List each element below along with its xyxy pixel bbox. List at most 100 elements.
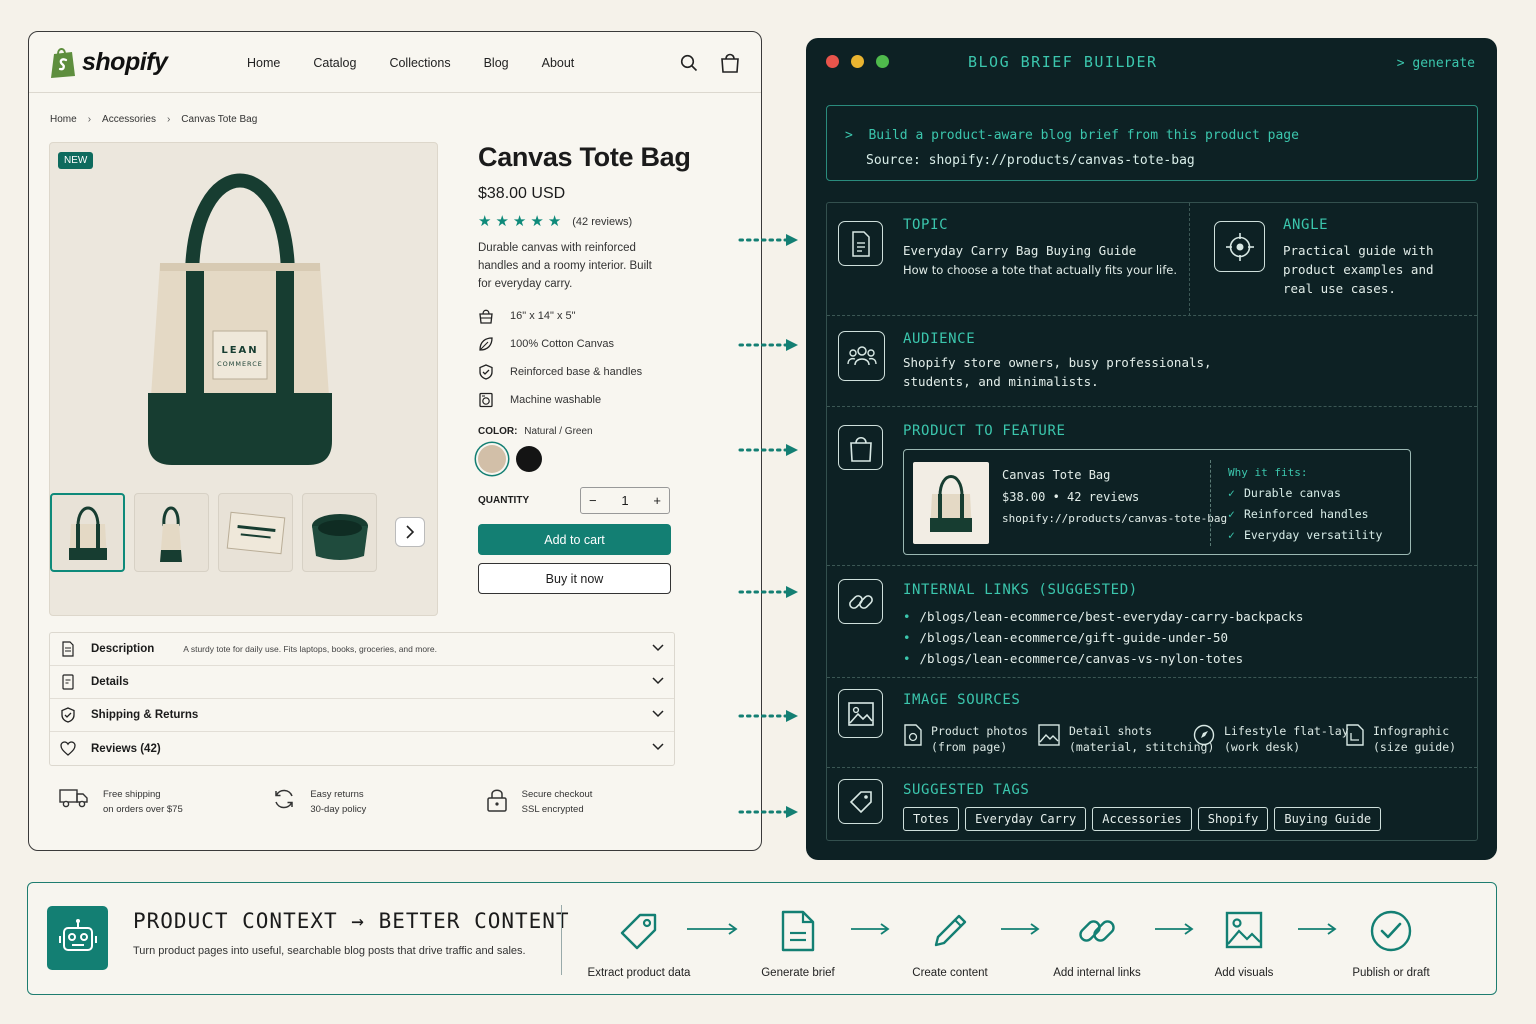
document-icon xyxy=(781,910,815,952)
breadcrumb-accessories[interactable]: Accessories xyxy=(102,114,156,125)
tag-chip[interactable]: Accessories xyxy=(1092,807,1192,831)
trust-title: Secure checkout xyxy=(521,789,593,800)
tag-chip[interactable]: Shopify xyxy=(1197,807,1269,831)
swatch-black[interactable] xyxy=(516,446,542,472)
minimize-window-button[interactable] xyxy=(851,55,864,68)
camera-doc-icon xyxy=(904,724,922,746)
breadcrumb-home[interactable]: Home xyxy=(50,114,77,125)
step-extract: Extract product data xyxy=(569,909,709,979)
document-icon xyxy=(838,221,883,266)
feature-text: 100% Cotton Canvas xyxy=(510,338,614,350)
angle-heading: ANGLE xyxy=(1283,217,1329,233)
dotted-arrow-icon xyxy=(738,586,798,598)
thumbnail-side[interactable] xyxy=(134,493,209,572)
audience-heading: AUDIENCE xyxy=(903,331,976,347)
breadcrumb: Home › Accessories › Canvas Tote Bag xyxy=(50,114,257,125)
swatch-natural[interactable] xyxy=(478,445,506,473)
image-source-item: Lifestyle flat-lay (work desk) xyxy=(1192,723,1349,755)
detail-image-icon xyxy=(1038,724,1060,746)
next-image-button[interactable] xyxy=(395,517,425,547)
internal-link[interactable]: •/blogs/lean-ecommerce/best-everyday-car… xyxy=(903,606,1303,627)
image-source-item: Detail shots (material, stitching) xyxy=(1037,723,1214,755)
nav-about[interactable]: About xyxy=(542,56,575,70)
tag-chip[interactable]: Everyday Carry xyxy=(965,807,1087,831)
section-topic-angle: TOPIC Everyday Carry Bag Buying Guide Ho… xyxy=(827,203,1477,316)
internal-link[interactable]: •/blogs/lean-ecommerce/gift-guide-under-… xyxy=(903,627,1303,648)
product-info: Canvas Tote Bag $38.00 USD ★ ★ ★ ★ ★ (42… xyxy=(478,142,738,594)
search-icon[interactable] xyxy=(680,54,698,72)
links-heading: INTERNAL LINKS (SUGGESTED) xyxy=(903,582,1138,598)
image-icon xyxy=(1225,911,1263,949)
accordion-details[interactable]: Details xyxy=(50,666,674,699)
accordion-reviews[interactable]: Reviews (42) xyxy=(50,732,674,765)
thumbnail-label[interactable] xyxy=(218,493,293,572)
bag-label-line2: COMMERCE xyxy=(217,360,263,368)
step-visuals: Add visuals xyxy=(1174,909,1314,979)
chevron-right-icon xyxy=(406,525,415,539)
qty-decrease-button[interactable]: − xyxy=(589,493,597,508)
bag-label-line1: LEAN xyxy=(221,345,258,356)
product-title: Canvas Tote Bag xyxy=(478,142,691,172)
details-icon xyxy=(62,674,74,690)
color-swatches xyxy=(478,445,738,473)
nav-catalog[interactable]: Catalog xyxy=(313,56,356,70)
maximize-window-button[interactable] xyxy=(876,55,889,68)
chevron-down-icon xyxy=(652,743,664,751)
product-main-image[interactable]: LEAN COMMERCE xyxy=(120,153,360,473)
step-create: Create content xyxy=(880,909,1020,979)
dotted-arrow-icon xyxy=(738,444,798,456)
chevron-down-icon xyxy=(652,644,664,652)
prompt-symbol: > xyxy=(845,128,853,143)
command-box[interactable]: > Build a product-aware blog brief from … xyxy=(826,105,1478,181)
banner-divider xyxy=(561,905,562,975)
tag-chip[interactable]: Totes xyxy=(903,807,960,831)
breadcrumb-current: Canvas Tote Bag xyxy=(181,114,258,125)
add-to-cart-button[interactable]: Add to cart xyxy=(478,524,671,555)
product-gallery: NEW LEAN COMMERCE xyxy=(49,142,438,616)
feature-item: Reinforced base & handles xyxy=(478,358,738,386)
store-window: shopify Home Catalog Collections Blog Ab… xyxy=(28,31,762,851)
trust-title: Free shipping xyxy=(103,789,161,800)
cart-bag-icon[interactable] xyxy=(720,52,740,74)
close-window-button[interactable] xyxy=(826,55,839,68)
buy-now-button[interactable]: Buy it now xyxy=(478,563,671,594)
pencil-icon xyxy=(934,914,967,947)
featured-product-card[interactable]: Canvas Tote Bag $38.00 • 42 reviews shop… xyxy=(903,449,1411,555)
thumbnail-front[interactable] xyxy=(50,493,125,572)
thumbnail-interior[interactable] xyxy=(302,493,377,572)
tag-icon xyxy=(838,779,883,824)
feature-item: 100% Cotton Canvas xyxy=(478,330,738,358)
product-accordion: Description A sturdy tote for daily use.… xyxy=(49,632,675,766)
nav-collections[interactable]: Collections xyxy=(389,56,450,70)
qty-increase-button[interactable]: + xyxy=(653,493,661,508)
star-icon: ★ xyxy=(495,213,509,230)
product-rating[interactable]: ★ ★ ★ ★ ★ (42 reviews) xyxy=(478,214,738,229)
bag-icon xyxy=(479,309,493,324)
trust-badges: Free shipping on orders over $75 Easy ret… xyxy=(59,787,699,817)
chart-doc-icon xyxy=(1346,724,1364,746)
generate-button[interactable]: > generate xyxy=(1397,56,1475,71)
leaf-icon xyxy=(479,337,493,351)
trust-sub: on orders over $75 xyxy=(103,804,183,815)
accordion-title: Description xyxy=(91,643,155,655)
breadcrumb-separator: › xyxy=(87,114,92,125)
shopify-logo[interactable]: shopify xyxy=(48,45,168,79)
tag-icon xyxy=(620,913,657,950)
brief-sections: TOPIC Everyday Carry Bag Buying Guide Ho… xyxy=(826,202,1478,841)
tag-chip[interactable]: Buying Guide xyxy=(1274,807,1382,831)
accordion-shipping[interactable]: Shipping & Returns xyxy=(50,699,674,732)
nav-blog[interactable]: Blog xyxy=(484,56,509,70)
command-source: Source: shopify://products/canvas-tote-b… xyxy=(866,153,1195,168)
section-audience: AUDIENCE Shopify store owners, busy prof… xyxy=(827,316,1477,407)
accordion-description[interactable]: Description A sturdy tote for daily use.… xyxy=(50,633,674,666)
image-source-item: Infographic (size guide) xyxy=(1345,723,1456,755)
shield-icon xyxy=(61,707,75,723)
image-source-item: Product photos (from page) xyxy=(903,723,1028,755)
featured-product-url: shopify://products/canvas-tote-bag xyxy=(1002,512,1228,525)
quantity-input[interactable]: 1 xyxy=(621,493,628,508)
angle-line: Practical guide with xyxy=(1283,243,1434,258)
nav-home[interactable]: Home xyxy=(247,56,280,70)
internal-link[interactable]: •/blogs/lean-ecommerce/canvas-vs-nylon-t… xyxy=(903,648,1303,669)
accordion-title: Shipping & Returns xyxy=(91,709,199,721)
step-links: Add internal links xyxy=(1027,909,1167,979)
